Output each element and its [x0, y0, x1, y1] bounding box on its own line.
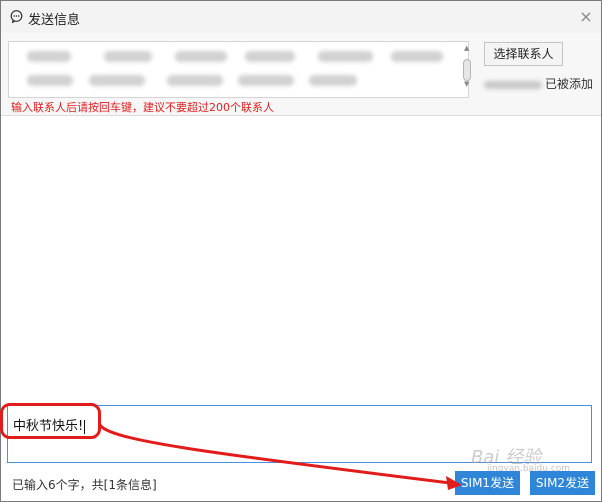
- added-count-value: [484, 80, 542, 89]
- recipient-chip: [309, 75, 357, 86]
- scroll-up-icon[interactable]: ▲: [464, 44, 469, 52]
- dialog-title: 发送信息: [28, 13, 81, 28]
- added-count: 已被添加: [484, 75, 593, 91]
- recipient-chip: [391, 51, 443, 62]
- recipient-hint: 输入联系人后请按回车键，建议不要超过200个联系人: [11, 101, 274, 114]
- message-bubble-icon: [10, 10, 23, 23]
- recipient-chip: [175, 51, 227, 62]
- recipient-area: ▲ ▼ 选择联系人 已被添加 输入联系人后请按回车键，建议不要超过200个联系人: [1, 33, 601, 116]
- title-bar: 发送信息 ×: [1, 1, 601, 33]
- select-contact-button[interactable]: 选择联系人: [484, 42, 563, 66]
- recipient-chip: [318, 51, 373, 62]
- added-count-label: 已被添加: [545, 77, 594, 91]
- recipient-chip: [238, 75, 294, 86]
- close-icon[interactable]: ×: [577, 8, 595, 26]
- sim2-send-button[interactable]: SIM2发送: [530, 471, 595, 495]
- recipient-scrollbar[interactable]: ▲ ▼: [462, 44, 472, 94]
- sim1-send-button[interactable]: SIM1发送: [455, 471, 520, 495]
- recipient-input[interactable]: ▲ ▼: [8, 41, 472, 98]
- recipient-chip: [104, 51, 152, 62]
- char-count-status: 已输入6个字，共[1条信息]: [12, 478, 157, 492]
- recipient-chip: [245, 51, 295, 62]
- recipient-chip: [167, 75, 223, 86]
- recipient-chip: [27, 75, 73, 86]
- recipient-chip: [89, 75, 145, 86]
- annotation-highlight-box: [0, 403, 101, 439]
- scroll-thumb[interactable]: [463, 59, 471, 81]
- message-history-area: [1, 116, 601, 401]
- scroll-down-icon[interactable]: ▼: [464, 80, 469, 88]
- recipient-chip: [27, 51, 71, 62]
